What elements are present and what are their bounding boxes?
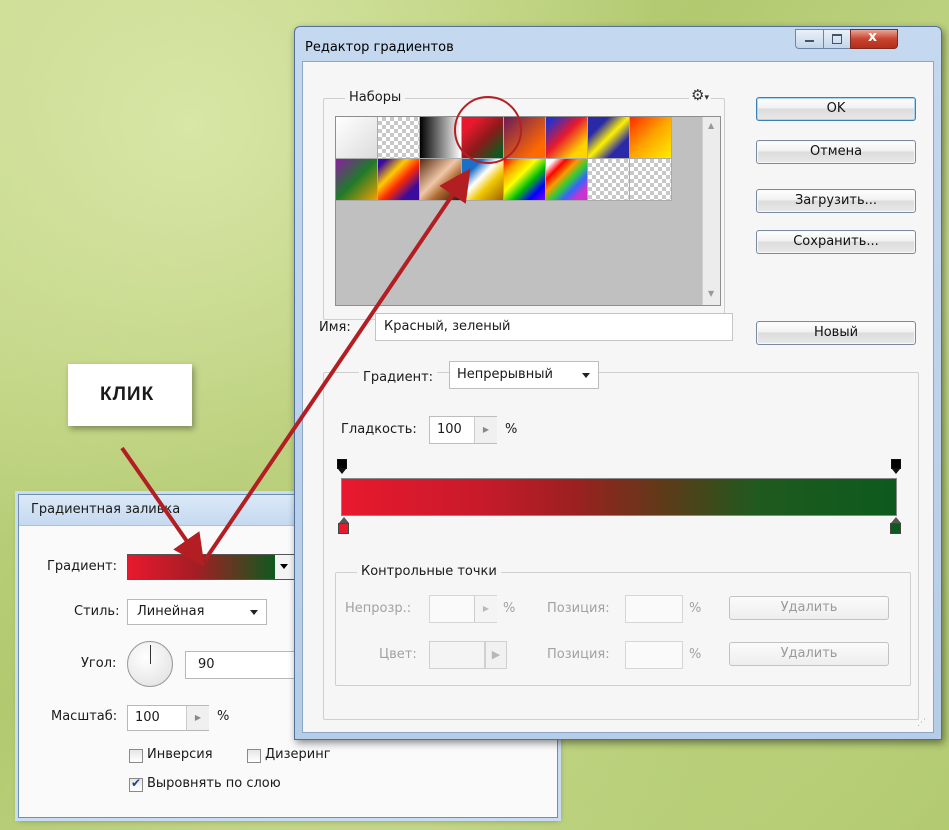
name-input[interactable]: Красный, зеленый [375, 313, 733, 341]
scroll-down-icon[interactable]: ▼ [708, 289, 714, 298]
close-button[interactable]: x [850, 29, 898, 49]
smoothness-input[interactable]: 100 ▶ [429, 416, 497, 444]
opacity-unit: % [503, 601, 516, 616]
opacity-stepper: ▶ [474, 596, 497, 622]
close-icon: x [868, 29, 878, 45]
fill-scale-value: 100 [135, 710, 160, 725]
preset-swatch[interactable] [336, 159, 378, 201]
fill-angle-label: Угол: [81, 656, 117, 671]
stop-color-arrow: ▶ [485, 641, 507, 669]
position-label-color: Позиция: [547, 647, 610, 662]
smoothness-label: Гладкость: [341, 422, 417, 437]
fill-dialog-title: Градиентная заливка [31, 502, 181, 517]
gradient-type-value: Непрерывный [457, 367, 553, 382]
stops-group-label: Контрольные точки [357, 564, 501, 579]
minimize-icon [805, 40, 814, 42]
fill-scale-label: Масштаб: [51, 709, 118, 724]
smoothness-unit: % [505, 422, 518, 437]
click-callout-text: КЛИК [100, 384, 155, 405]
maximize-icon [832, 34, 842, 44]
position-unit-color: % [689, 647, 702, 662]
fill-scale-unit: % [217, 709, 230, 724]
gradient-type-label: Градиент: [359, 370, 438, 385]
fill-style-value: Линейная [137, 604, 205, 619]
minimize-button[interactable] [795, 29, 824, 49]
delete-opacity-stop-button[interactable]: Удалить [729, 596, 889, 620]
preset-swatch[interactable] [462, 159, 504, 201]
resize-grip-icon[interactable]: ⋰ [917, 718, 926, 728]
dither-label: Дизеринг [265, 747, 331, 762]
fill-angle-input[interactable]: 90 [185, 651, 297, 679]
smoothness-value: 100 [437, 422, 462, 437]
align-label: Выровнять по слою [147, 776, 281, 791]
cancel-button[interactable]: Отмена [756, 140, 916, 164]
load-button[interactable]: Загрузить... [756, 189, 916, 213]
editor-title: Редактор градиентов [305, 40, 454, 55]
position-input-color [625, 641, 683, 669]
chevron-down-icon [250, 610, 258, 615]
gradient-editor-dialog: Редактор градиентов x Наборы ⚙▾ ▲ ▼ OK О… [294, 26, 942, 740]
opacity-stop-left[interactable] [337, 459, 347, 474]
fill-scale-input[interactable]: 100 ▶ [127, 705, 209, 731]
preset-swatch[interactable] [504, 159, 546, 201]
gear-icon[interactable]: ⚙▾ [689, 86, 711, 104]
name-value: Красный, зеленый [384, 319, 511, 334]
gradient-type-select[interactable]: Непрерывный [449, 361, 599, 389]
fill-gradient-swatch[interactable] [127, 554, 277, 580]
position-unit-opacity: % [689, 601, 702, 616]
annotation-circle [454, 96, 522, 164]
name-label: Имя: [319, 320, 351, 335]
preset-swatch[interactable] [588, 159, 630, 201]
maximize-button[interactable] [823, 29, 851, 49]
color-stop-right[interactable] [889, 517, 901, 535]
opacity-input: ▶ [429, 595, 497, 623]
position-label-opacity: Позиция: [547, 601, 610, 616]
reverse-label: Инверсия [147, 747, 213, 762]
color-label: Цвет: [379, 647, 417, 662]
position-input-opacity [625, 595, 683, 623]
checkmark-icon: ✔ [131, 776, 142, 790]
fill-gradient-dropdown[interactable] [275, 554, 296, 580]
click-callout: КЛИК [68, 364, 192, 426]
new-button[interactable]: Новый [756, 321, 916, 345]
fill-gradient-label: Градиент: [47, 559, 118, 574]
save-button[interactable]: Сохранить... [756, 230, 916, 254]
preset-swatch[interactable] [546, 117, 588, 159]
fill-style-select[interactable]: Линейная [127, 599, 267, 625]
opacity-label: Непрозр.: [345, 601, 412, 616]
dither-checkbox[interactable] [247, 749, 261, 763]
scroll-up-icon[interactable]: ▲ [708, 121, 714, 130]
angle-dial[interactable] [127, 641, 173, 687]
opacity-stop-right[interactable] [891, 459, 901, 474]
preset-swatch[interactable] [378, 117, 420, 159]
align-checkbox[interactable]: ✔ [129, 776, 143, 792]
fill-angle-value: 90 [198, 657, 215, 672]
stops-group [335, 572, 911, 686]
preset-swatch[interactable] [378, 159, 420, 201]
preset-swatch[interactable] [336, 117, 378, 159]
chevron-down-icon [280, 564, 288, 569]
gradient-preview-bar[interactable] [341, 478, 897, 516]
fill-scale-stepper[interactable]: ▶ [186, 706, 209, 730]
presets-scrollbar[interactable]: ▲ ▼ [702, 117, 720, 305]
preset-swatch[interactable] [630, 159, 672, 201]
preset-swatch[interactable] [630, 117, 672, 159]
reverse-checkbox[interactable] [129, 749, 143, 763]
editor-client-area: Наборы ⚙▾ ▲ ▼ OK Отмена Загрузить... Сох… [302, 61, 934, 733]
preset-swatch[interactable] [588, 117, 630, 159]
angle-dial-needle [150, 645, 151, 664]
chevron-down-icon [582, 373, 590, 378]
fill-style-label: Стиль: [74, 604, 120, 619]
color-stop-left[interactable] [337, 517, 349, 535]
ok-button[interactable]: OK [756, 97, 916, 121]
presets-panel: ▲ ▼ [335, 116, 721, 306]
preset-swatch[interactable] [420, 159, 462, 201]
smoothness-stepper[interactable]: ▶ [474, 417, 497, 443]
delete-color-stop-button[interactable]: Удалить [729, 642, 889, 666]
stop-color-swatch [429, 641, 485, 669]
presets-label: Наборы [345, 90, 406, 105]
preset-swatch[interactable] [546, 159, 588, 201]
